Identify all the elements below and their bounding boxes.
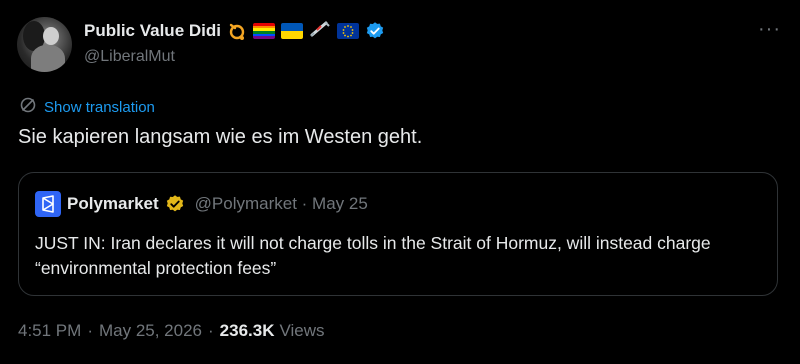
author-display-name[interactable]: Public Value Didi [84, 21, 221, 41]
show-translation-link[interactable]: Show translation [19, 96, 155, 119]
meta-separator: · [87, 321, 93, 340]
rainbow-flag-emoji [252, 23, 275, 39]
views-label: Views [279, 321, 325, 340]
quoted-tweet-card[interactable]: Polymarket @Polymarket · May 25 JUST IN:… [18, 172, 778, 296]
author-name-row: Public Value Didi [84, 19, 385, 43]
verified-badge-icon[interactable] [365, 21, 385, 41]
views-count: 236.3K [219, 321, 275, 340]
more-options-icon[interactable]: ··· [758, 19, 781, 39]
tweet-text: Sie kapieren langsam wie es im Westen ge… [18, 126, 423, 148]
gold-verified-badge-icon [165, 194, 185, 214]
meta-separator: · [208, 321, 214, 340]
tweet-meta: 4:51 PM · May 25, 2026 · 236.3K Views [18, 321, 325, 341]
author-handle[interactable]: @LiberalMut [84, 48, 175, 66]
quoted-handle-date: @Polymarket · May 25 [194, 194, 368, 213]
post-horn-emoji [227, 21, 247, 41]
tweet-time[interactable]: 4:51 PM [18, 321, 81, 341]
ukraine-flag-emoji [280, 23, 303, 39]
tweet-date[interactable]: May 25, 2026 [99, 321, 202, 341]
quoted-author-name: Polymarket [67, 194, 159, 213]
avatar[interactable] [17, 17, 72, 72]
syringe-emoji [309, 20, 331, 43]
quoted-tweet-text: JUST IN: Iran declares it will not charg… [35, 233, 711, 278]
quoted-tweet-header: Polymarket @Polymarket · May 25 [35, 191, 368, 217]
globe-icon [19, 96, 37, 119]
polymarket-logo-icon [35, 191, 61, 217]
eu-flag-emoji [336, 23, 359, 39]
show-translation-label[interactable]: Show translation [44, 99, 155, 116]
